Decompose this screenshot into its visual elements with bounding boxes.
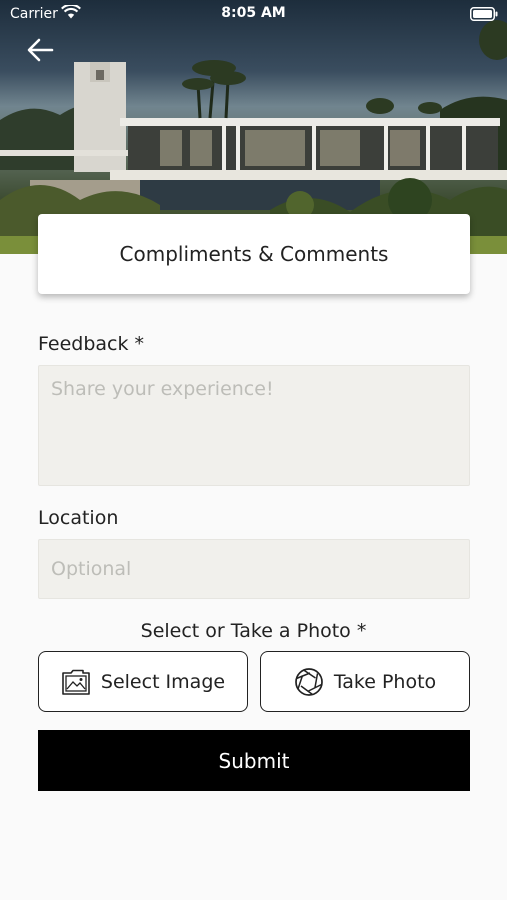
feedback-label: Feedback * — [38, 333, 145, 355]
submit-button[interactable]: Submit — [38, 730, 470, 791]
location-input[interactable] — [38, 539, 470, 599]
image-icon — [62, 669, 90, 695]
status-bar: Carrier 8:05 AM — [0, 0, 507, 28]
camera-aperture-icon — [294, 667, 323, 696]
arrow-left-icon — [27, 38, 54, 62]
select-image-label: Select Image — [100, 670, 226, 693]
back-button[interactable] — [24, 36, 58, 64]
status-time: 8:05 AM — [221, 5, 286, 21]
battery-icon — [470, 7, 498, 25]
select-image-button[interactable]: Select Image — [38, 651, 248, 712]
take-photo-label: Take Photo — [333, 670, 437, 693]
page-title-card: Compliments & Comments — [38, 214, 470, 294]
feedback-textarea[interactable] — [38, 365, 470, 486]
take-photo-button[interactable]: Take Photo — [260, 651, 470, 712]
photo-label: Select or Take a Photo * — [140, 620, 367, 642]
location-label: Location — [38, 507, 119, 529]
page-title: Compliments & Comments — [119, 242, 389, 266]
submit-label: Submit — [218, 748, 290, 773]
